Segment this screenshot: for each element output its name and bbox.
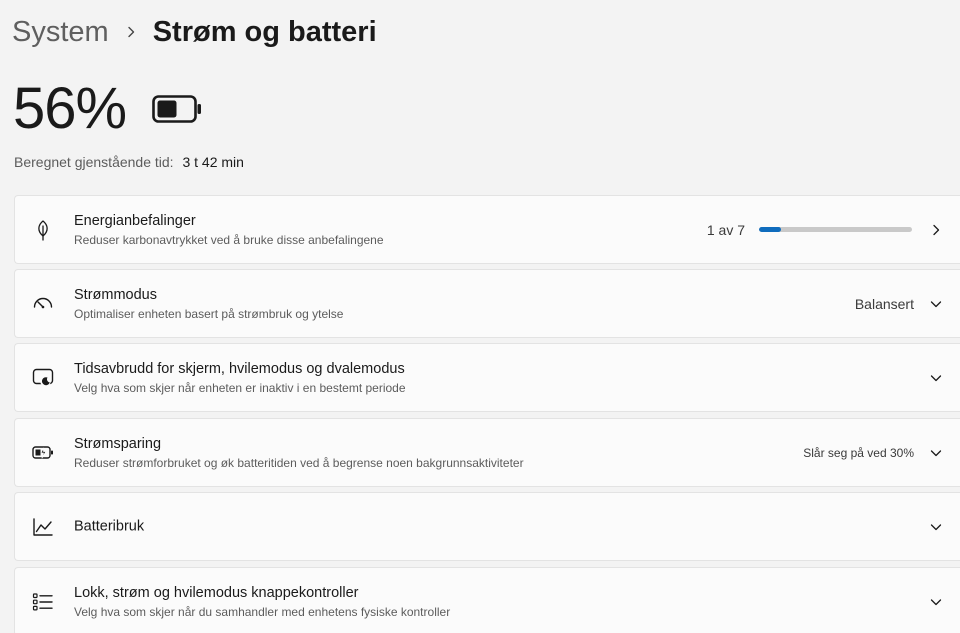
card-title: Strømmodus bbox=[74, 286, 157, 303]
card-controls bbox=[928, 594, 944, 610]
card-controls bbox=[928, 370, 944, 386]
card-controls: Slår seg på ved 30% bbox=[803, 445, 944, 461]
card-controls: 1 av 7 bbox=[707, 222, 944, 238]
list-icon bbox=[31, 590, 55, 614]
card-energy-recommendations[interactable]: Energianbefalinger Reduser karbonavtrykk… bbox=[14, 195, 960, 264]
gauge-icon bbox=[31, 292, 55, 316]
card-battery-usage[interactable]: Batteribruk bbox=[14, 492, 960, 561]
chevron-right-icon bbox=[109, 10, 153, 54]
card-title: Tidsavbrudd for skjerm, hvilemodus og dv… bbox=[74, 360, 405, 377]
card-text: Strømmodus Optimaliser enheten basert på… bbox=[74, 286, 343, 322]
leaf-icon bbox=[31, 218, 55, 242]
card-controls: Balansert bbox=[855, 296, 944, 312]
card-title: Batteribruk bbox=[74, 518, 145, 534]
card-subtitle: Velg hva som skjer når enheten er inakti… bbox=[74, 380, 406, 395]
card-subtitle: Velg hva som skjer når du samhandler med… bbox=[74, 604, 451, 619]
card-text: Lokk, strøm og hvilemodus knappekontroll… bbox=[74, 584, 450, 620]
chevron-down-icon[interactable] bbox=[928, 296, 944, 312]
card-text: Strømsparing Reduser strømforbruket og ø… bbox=[74, 435, 524, 471]
card-subtitle: Optimaliser enheten basert på strømbruk … bbox=[74, 306, 344, 321]
battery-saver-status: Slår seg på ved 30% bbox=[803, 445, 914, 460]
card-text: Batteribruk bbox=[74, 517, 144, 536]
card-text: Energianbefalinger Reduser karbonavtrykk… bbox=[74, 212, 384, 248]
battery-level-display: 56% bbox=[13, 74, 202, 144]
card-screen-sleep-timeout[interactable]: Tidsavbrudd for skjerm, hvilemodus og dv… bbox=[14, 343, 960, 412]
settings-page: System Strøm og batteri 56% Beregnet gje… bbox=[0, 0, 960, 633]
chevron-down-icon[interactable] bbox=[928, 519, 944, 535]
card-text: Tidsavbrudd for skjerm, hvilemodus og dv… bbox=[74, 360, 406, 396]
chart-line-icon bbox=[31, 515, 55, 539]
recommendation-count: 1 av 7 bbox=[706, 221, 745, 238]
remaining-time-label: Beregnet gjenstående tid: bbox=[14, 154, 174, 170]
breadcrumb: System Strøm og batteri bbox=[12, 10, 377, 54]
chevron-down-icon[interactable] bbox=[928, 594, 944, 610]
remaining-time: Beregnet gjenstående tid: 3 t 42 min bbox=[14, 154, 244, 170]
screen-sleep-icon bbox=[31, 366, 55, 390]
card-subtitle: Reduser strømforbruket og øk batteritide… bbox=[74, 455, 524, 470]
chevron-down-icon[interactable] bbox=[928, 370, 944, 386]
card-controls bbox=[928, 519, 944, 535]
remaining-time-value: 3 t 42 min bbox=[182, 154, 244, 170]
power-mode-value[interactable]: Balansert bbox=[855, 296, 914, 312]
card-lid-power-buttons[interactable]: Lokk, strøm og hvilemodus knappekontroll… bbox=[14, 567, 960, 633]
battery-saver-icon bbox=[31, 441, 55, 465]
recommendation-progress-bar bbox=[759, 227, 912, 232]
card-battery-saver[interactable]: Strømsparing Reduser strømforbruket og ø… bbox=[14, 418, 960, 487]
card-title: Lokk, strøm og hvilemodus knappekontroll… bbox=[74, 584, 359, 601]
battery-icon bbox=[152, 94, 202, 128]
chevron-right-icon[interactable] bbox=[928, 222, 944, 238]
card-power-mode[interactable]: Strømmodus Optimaliser enheten basert på… bbox=[14, 269, 960, 338]
page-title: Strøm og batteri bbox=[152, 15, 377, 48]
progress-fill bbox=[759, 227, 781, 232]
card-subtitle: Reduser karbonavtrykket ved å bruke diss… bbox=[74, 232, 384, 247]
chevron-down-icon[interactable] bbox=[928, 445, 944, 461]
breadcrumb-system-link[interactable]: System bbox=[12, 16, 109, 49]
card-title: Energianbefalinger bbox=[74, 212, 196, 229]
card-title: Strømsparing bbox=[74, 435, 162, 452]
battery-percent: 56% bbox=[13, 76, 127, 141]
